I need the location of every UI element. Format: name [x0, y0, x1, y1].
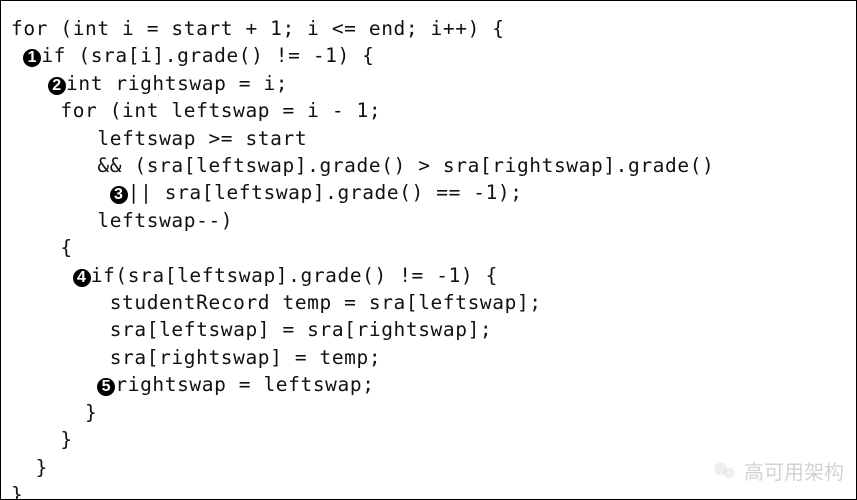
- code-line: sra[leftswap] = sra[rightswap];: [11, 318, 492, 341]
- bullet-5-icon: 5: [97, 378, 115, 396]
- code-line: leftswap--): [11, 209, 233, 232]
- code-line: if (sra[i].grade() != -1) {: [41, 44, 374, 67]
- code-line: leftswap >= start: [11, 127, 307, 150]
- bullet-4-icon: 4: [73, 269, 91, 287]
- code-line: }: [11, 428, 73, 451]
- code-line: && (sra[leftswap].grade() > sra[rightswa…: [11, 154, 714, 177]
- code-line: for (int i = start + 1; i <= end; i++) {: [11, 17, 505, 40]
- code-line: || sra[leftswap].grade() == -1);: [128, 181, 523, 204]
- bullet-2-icon: 2: [48, 77, 66, 95]
- code-block: for (int i = start + 1; i <= end; i++) {…: [11, 15, 846, 500]
- code-line: studentRecord temp = sra[leftswap];: [11, 291, 542, 314]
- bullet-3-icon: 3: [110, 186, 128, 204]
- code-line: for (int leftswap = i - 1;: [11, 99, 381, 122]
- bullet-1-icon: 1: [23, 49, 41, 67]
- code-line: }: [11, 401, 97, 424]
- code-line: if(sra[leftswap].grade() != -1) {: [91, 264, 498, 287]
- code-line: rightswap = leftswap;: [115, 373, 374, 396]
- code-listing-frame: for (int i = start + 1; i <= end; i++) {…: [0, 0, 857, 500]
- code-line: }: [11, 483, 23, 500]
- code-line: }: [11, 456, 48, 479]
- code-line: int rightswap = i;: [66, 72, 288, 95]
- code-line: sra[rightswap] = temp;: [11, 346, 381, 369]
- code-line: {: [11, 236, 73, 259]
